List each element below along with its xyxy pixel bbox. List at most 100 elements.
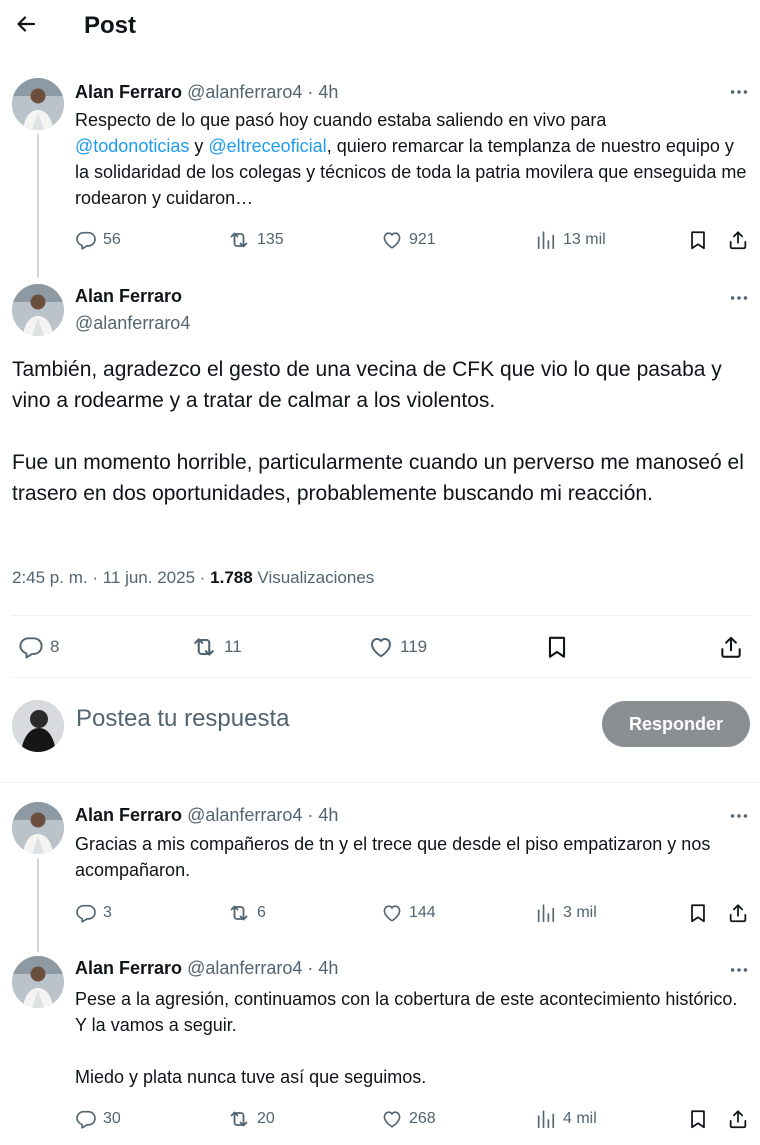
avatar[interactable]: [12, 78, 64, 130]
views-button[interactable]: 3 mil: [535, 898, 597, 928]
bookmark-button[interactable]: [544, 632, 570, 662]
divider: [0, 782, 760, 783]
bookmark-icon: [544, 634, 570, 660]
repost-icon: [227, 901, 251, 925]
like-button[interactable]: 921: [381, 225, 436, 255]
views-button[interactable]: 4 mil: [535, 1104, 597, 1134]
share-button[interactable]: [727, 225, 749, 255]
repost-icon: [190, 633, 218, 661]
repost-icon: [227, 228, 251, 252]
more-icon: [728, 287, 750, 309]
reply-button[interactable]: 3: [75, 898, 112, 928]
reply-submit-button[interactable]: Responder: [602, 701, 750, 747]
repost-icon: [227, 1107, 251, 1131]
like-button[interactable]: 268: [381, 1104, 436, 1134]
top-bar: Post: [0, 0, 760, 52]
avatar-image: [12, 700, 64, 752]
divider: [12, 615, 752, 616]
mention-link[interactable]: @eltreceoficial: [208, 136, 326, 156]
reply-icon: [75, 229, 97, 251]
author-handle[interactable]: @alanferraro4: [187, 82, 302, 102]
tweet-header: Alan Ferraro @alanferraro4 · 4h: [75, 958, 338, 979]
like-icon: [381, 229, 403, 251]
repost-count: 20: [257, 1110, 275, 1127]
bookmark-button[interactable]: [687, 1104, 709, 1134]
tweet-meta: 2:45 p. m. · 11 jun. 2025 · 1.788 Visual…: [12, 568, 374, 588]
bookmark-icon: [687, 1108, 709, 1130]
main-tweet-text: También, agradezco el gesto de una vecin…: [12, 354, 752, 509]
reply-button[interactable]: 56: [75, 225, 121, 255]
repost-count: 135: [257, 231, 284, 248]
avatar[interactable]: [12, 284, 64, 336]
reply-button[interactable]: 30: [75, 1104, 121, 1134]
tweet-time[interactable]: · 4h: [307, 82, 338, 102]
views-count: 4 mil: [563, 1110, 597, 1127]
avatar[interactable]: [12, 956, 64, 1008]
avatar-image: [12, 284, 64, 336]
tweet-text: Respecto de lo que pasó hoy cuando estab…: [75, 107, 747, 211]
divider: [12, 677, 752, 678]
reply-icon: [75, 902, 97, 924]
author-name[interactable]: Alan Ferraro: [75, 82, 182, 102]
author-handle[interactable]: @alanferraro4: [187, 805, 302, 825]
avatar-image: [12, 78, 64, 130]
more-button[interactable]: [724, 806, 754, 826]
like-count: 144: [409, 904, 436, 921]
like-button[interactable]: 144: [381, 898, 436, 928]
user-avatar[interactable]: [12, 700, 64, 752]
repost-button[interactable]: 20: [227, 1104, 275, 1134]
mention-link[interactable]: @todonoticias: [75, 136, 189, 156]
tweet-paragraph: Pese a la agresión, continuamos con la c…: [75, 989, 738, 1035]
views-icon: [535, 902, 557, 924]
tweet-time[interactable]: · 4h: [307, 805, 338, 825]
author-name[interactable]: Alan Ferraro: [75, 805, 182, 825]
tweet-text-part: Respecto de lo que pasó hoy cuando estab…: [75, 110, 607, 130]
tweet-paragraph: Miedo y plata nunca tuve así que seguimo…: [75, 1067, 427, 1087]
author-name[interactable]: Alan Ferraro: [75, 958, 182, 978]
reply-count: 3: [103, 904, 112, 921]
repost-button[interactable]: 135: [227, 225, 284, 255]
author-handle[interactable]: @alanferraro4: [75, 313, 190, 334]
like-count: 921: [409, 231, 436, 248]
author-handle[interactable]: @alanferraro4: [187, 958, 302, 978]
more-button[interactable]: [724, 960, 754, 980]
bookmark-icon: [687, 229, 709, 251]
share-button[interactable]: [727, 1104, 749, 1134]
views-button[interactable]: 13 mil: [535, 225, 606, 255]
thread-line: [37, 134, 39, 278]
avatar-image: [12, 956, 64, 1008]
reply-input[interactable]: Postea tu respuesta: [76, 705, 289, 733]
tweet-actions: 3 6 144 3 mil: [75, 898, 755, 928]
tweet-paragraph: Fue un momento horrible, particularmente…: [12, 451, 744, 505]
tweet-header: Alan Ferraro @alanferraro4 · 4h: [75, 805, 338, 826]
views-icon: [535, 229, 557, 251]
more-icon: [728, 805, 750, 827]
tweet-text-part: y: [189, 136, 209, 156]
more-icon: [728, 959, 750, 981]
avatar[interactable]: [12, 802, 64, 854]
share-icon: [718, 634, 744, 660]
views-count: 13 mil: [563, 231, 606, 248]
tweet-header: Alan Ferraro @alanferraro4 · 4h: [75, 82, 338, 103]
share-button[interactable]: [727, 898, 749, 928]
thread-line: [37, 858, 39, 952]
more-button[interactable]: [724, 82, 754, 102]
like-icon: [368, 634, 394, 660]
like-icon: [381, 1108, 403, 1130]
reply-button[interactable]: 8: [18, 632, 59, 662]
repost-button[interactable]: 6: [227, 898, 266, 928]
tweet-time[interactable]: · 4h: [307, 958, 338, 978]
share-button[interactable]: [718, 632, 744, 662]
views-total: 1.788: [210, 568, 253, 587]
share-icon: [727, 229, 749, 251]
avatar-image: [12, 802, 64, 854]
back-button[interactable]: [8, 6, 44, 42]
bookmark-button[interactable]: [687, 225, 709, 255]
more-button[interactable]: [724, 288, 754, 308]
repost-button[interactable]: 11: [190, 632, 242, 662]
like-button[interactable]: 119: [368, 632, 427, 662]
tweet-text: Pese a la agresión, continuamos con la c…: [75, 986, 747, 1090]
bookmark-button[interactable]: [687, 898, 709, 928]
author-name[interactable]: Alan Ferraro: [75, 286, 182, 307]
tweet-timestamp[interactable]: 2:45 p. m. · 11 jun. 2025 ·: [12, 568, 210, 587]
